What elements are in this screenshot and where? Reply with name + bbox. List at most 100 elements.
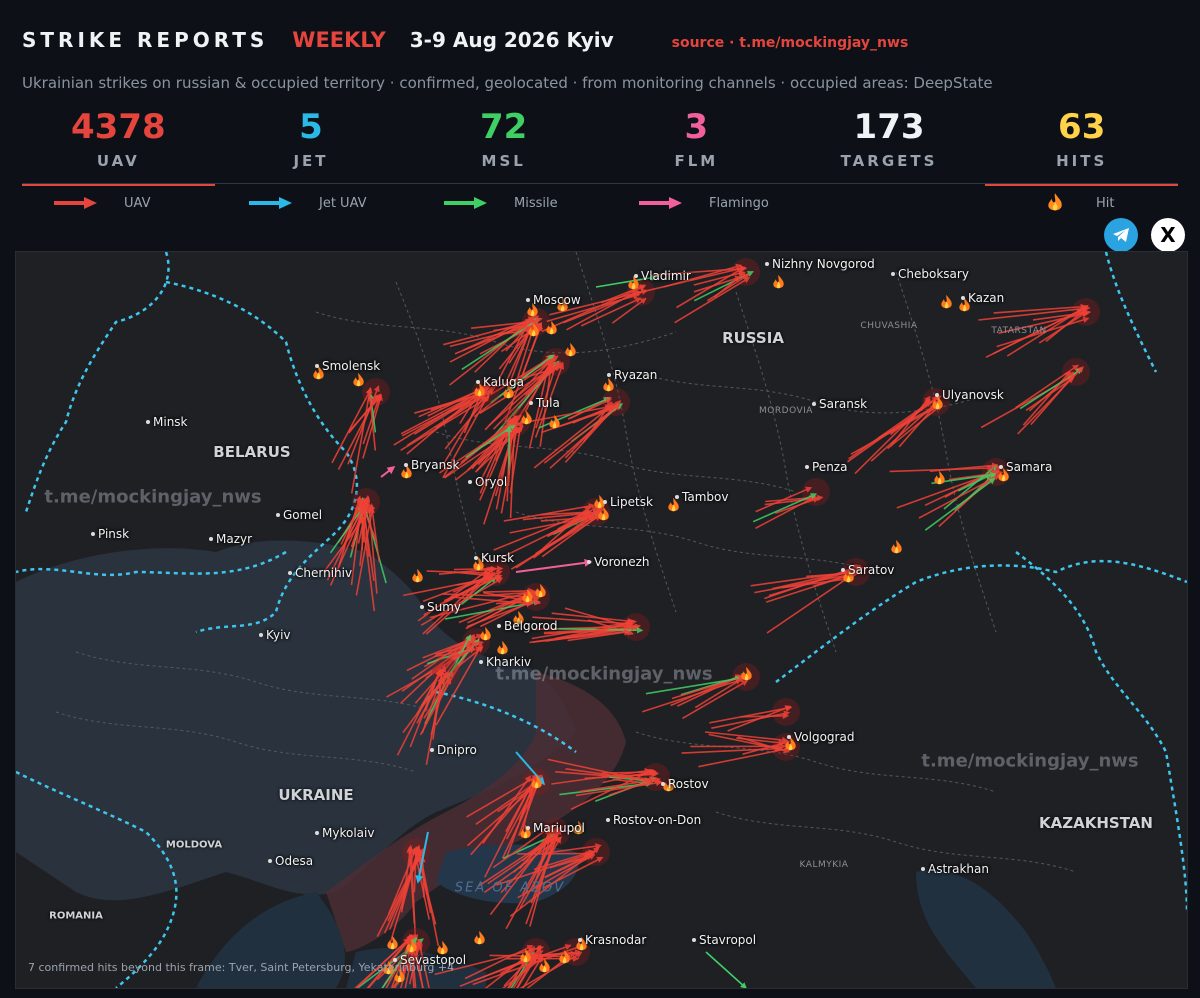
city-label: Belgorod [497, 619, 558, 633]
page-title: STRIKE REPORTS [22, 28, 269, 52]
stat-value: 63 [1058, 107, 1106, 147]
close-icon: X [1160, 223, 1176, 247]
legend-label: UAV [124, 195, 151, 211]
stat-label: UAV [96, 152, 140, 170]
legend-label: Flamingo [709, 195, 769, 211]
strike-arrow [1015, 364, 1080, 409]
fire-icon [934, 470, 945, 485]
stat-value: 173 [853, 107, 925, 147]
stat-uav[interactable]: 4378 UAV [22, 104, 215, 186]
legend-item-flamingo[interactable]: Flamingo [637, 190, 769, 216]
fire-icon [773, 274, 784, 289]
city-label: Gomel [275, 508, 323, 522]
header: STRIKE REPORTS WEEKLY 3-9 Aug 2026 Kyiv … [22, 28, 908, 58]
strike-arrow [533, 404, 613, 469]
legend-label: Missile [514, 195, 558, 211]
stat-label: HITS [1056, 152, 1108, 170]
strike-arrow [406, 391, 482, 455]
city-label: Kazan [960, 291, 1005, 305]
strike-arrow [938, 475, 994, 528]
stat-hits[interactable]: 63 HITS [985, 104, 1178, 186]
strike-arrow [755, 495, 817, 530]
city-label: Kursk [473, 551, 515, 565]
city-label: Sumy [419, 600, 462, 614]
legend-item-jet[interactable]: Jet UAV [247, 190, 367, 216]
arrow-right-icon [54, 197, 97, 209]
caspian-sea [916, 870, 1056, 988]
city-label: Minsk [146, 415, 188, 429]
region-label: TATARSTAN [991, 326, 1047, 336]
city-label: Ulyanovsk [935, 388, 1004, 402]
stat-label: TARGETS [840, 152, 938, 170]
city-label: Rostov-on-Don [605, 813, 702, 827]
fire-icon [603, 377, 614, 392]
source-link[interactable]: source · t.me/mockingjay_nws [672, 35, 909, 51]
period-label: WEEKLY [292, 28, 386, 52]
stat-msl[interactable]: 72 MSL [407, 104, 600, 184]
watermark: t.me/mockingjay_nws [921, 750, 1139, 772]
divider [22, 183, 1178, 184]
legend-label: Hit [1096, 195, 1115, 211]
stat-label: FLM [674, 152, 719, 170]
date-range: 3-9 Aug 2026 Kyiv [409, 28, 614, 52]
sea-label: SEA OF AZOV [454, 880, 566, 896]
city-label: Volgograd [786, 730, 855, 744]
footer-note: 7 confirmed hits beyond this frame: Tver… [28, 961, 455, 974]
legend-item-missile[interactable]: Missile [442, 190, 558, 216]
city-label: Samara [998, 460, 1053, 474]
stat-label: JET [293, 152, 329, 170]
legend-label: Jet UAV [319, 195, 367, 211]
city-label: Tula [529, 396, 560, 410]
legend-item-hit[interactable]: Hit [1044, 190, 1114, 216]
city-label: Smolensk [314, 359, 381, 373]
city-label: Krasnodar [577, 933, 647, 947]
strike-arrow [551, 612, 634, 625]
map-canvas [16, 252, 1187, 988]
city-label: Rostov [661, 777, 709, 791]
close-button[interactable]: X [1151, 218, 1185, 252]
country-label-belarus: BELARUS [213, 443, 291, 461]
region-label: MORDOVIA [759, 406, 813, 416]
country-label-moldova: MOLDOVA [165, 839, 223, 851]
city-label: Bryansk [403, 458, 460, 472]
city-label: Saratov [840, 563, 895, 577]
strike-map[interactable]: RUSSIA BELARUS UKRAINE KAZAKHSTAN MOLDOV… [15, 251, 1188, 989]
telegram-button[interactable] [1104, 218, 1138, 252]
region-label: CHUVASHIA [860, 321, 918, 331]
city-label: Chernihiv [287, 566, 353, 580]
strike-arrow [706, 273, 750, 302]
fire-icon [668, 497, 679, 512]
city-label: Moscow [526, 293, 581, 307]
fire-icon [353, 372, 364, 387]
stat-targets[interactable]: 173 TARGETS [793, 104, 986, 184]
stat-jet[interactable]: 5 JET [215, 104, 408, 184]
city-label: Lipetsk [603, 495, 653, 509]
fire-icon [474, 930, 485, 945]
strike-arrow [705, 951, 747, 988]
fire-icon [497, 640, 508, 655]
watermark: t.me/mockingjay_nws [44, 486, 262, 508]
city-label: Cheboksary [891, 267, 969, 281]
arrow-right-icon [639, 197, 682, 209]
strike-arrow [515, 558, 593, 573]
strike-arrow [642, 678, 743, 713]
stat-flm[interactable]: 3 FLM [600, 104, 793, 184]
telegram-icon [1113, 228, 1129, 242]
country-label-russia: RUSSIA [722, 329, 784, 347]
city-label: Pinsk [90, 527, 130, 541]
fire-icon [891, 539, 902, 554]
strike-arrow [1028, 371, 1075, 412]
strike-arrow [850, 403, 943, 455]
city-label: Kharkiv [478, 655, 532, 669]
region-label: KALMYKIA [799, 860, 849, 870]
legend-item-uav[interactable]: UAV [52, 190, 150, 216]
city-label: Kaluga [476, 375, 524, 389]
fire-icon [941, 294, 952, 309]
arrow-right-icon [444, 197, 487, 209]
city-label: Penza [804, 460, 848, 474]
city-label: Oryol [467, 475, 508, 489]
fire-icon [412, 568, 423, 583]
city-label: Ryazan [606, 368, 658, 382]
city-label: Odesa [267, 854, 314, 868]
stat-value: 72 [480, 107, 528, 147]
